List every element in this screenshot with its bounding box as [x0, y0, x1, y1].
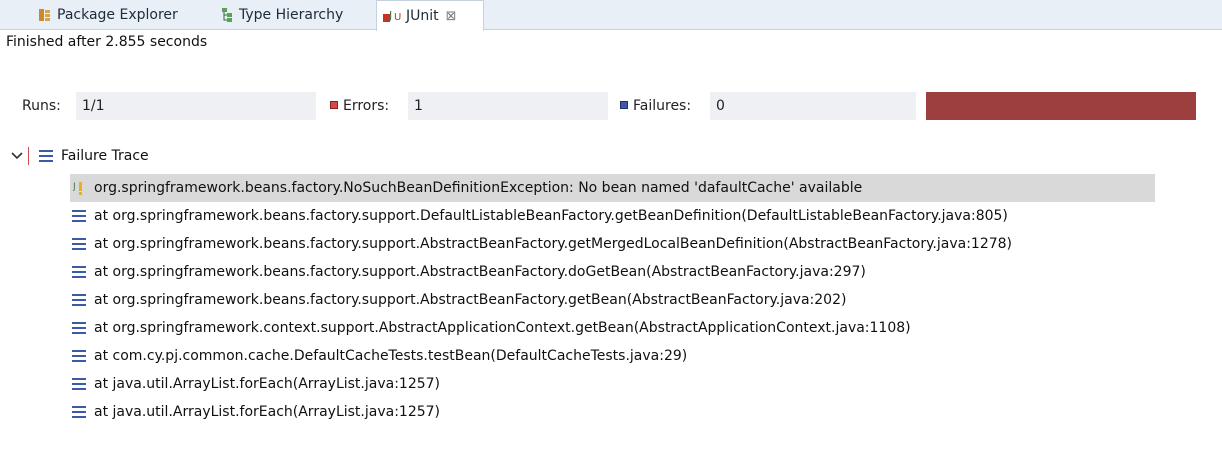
stack-frame-icon — [72, 322, 86, 334]
package-icon — [38, 8, 52, 22]
trace-line[interactable]: at java.util.ArrayList.forEach(ArrayList… — [72, 370, 440, 398]
tab-label: JUnit — [406, 8, 439, 24]
close-icon[interactable]: ⊠ — [446, 9, 457, 24]
trace-line[interactable]: at org.springframework.context.support.A… — [72, 314, 911, 342]
trace-line-text: at java.util.ArrayList.forEach(ArrayList… — [94, 376, 441, 392]
stack-frame-icon — [72, 294, 86, 306]
stack-frame-icon — [72, 406, 86, 418]
view-tab-bar: Package Explorer Type Hierarchy J U JUni… — [0, 0, 1222, 31]
trace-line-text: at org.springframework.beans.factory.sup… — [94, 292, 847, 308]
error-icon — [330, 101, 338, 109]
tab-type-hierarchy[interactable]: Type Hierarchy — [220, 0, 343, 30]
failures-label-wrap: Failures: — [620, 92, 691, 120]
trace-line[interactable]: at java.util.ArrayList.forEach(ArrayList… — [72, 398, 440, 426]
failure-icon — [620, 101, 628, 109]
trace-line-text: at java.util.ArrayList.forEach(ArrayList… — [94, 404, 441, 420]
stack-frame-icon — [72, 378, 86, 390]
errors-label: Errors: — [343, 98, 390, 114]
runs-value: 1/1 — [76, 92, 316, 120]
trace-line-text: org.springframework.beans.factory.NoSuch… — [94, 180, 863, 196]
tab-junit[interactable]: J U JUnit ⊠ — [376, 0, 484, 31]
hierarchy-icon — [220, 7, 234, 23]
trace-line[interactable]: at org.springframework.beans.factory.sup… — [72, 202, 1008, 230]
errors-value: 1 — [408, 92, 608, 120]
trace-line-text: at org.springframework.beans.factory.sup… — [94, 264, 866, 280]
runs-label: Runs: — [22, 98, 61, 114]
divider — [28, 147, 29, 165]
svg-text:J: J — [73, 182, 76, 192]
trace-line-text: at org.springframework.context.support.A… — [94, 320, 911, 336]
trace-line[interactable]: at org.springframework.beans.factory.sup… — [72, 258, 866, 286]
tab-package-explorer[interactable]: Package Explorer — [38, 0, 178, 30]
svg-text:J: J — [388, 9, 392, 22]
trace-line-text: at org.springframework.beans.factory.sup… — [94, 236, 1013, 252]
trace-line[interactable]: at com.cy.pj.common.cache.DefaultCacheTe… — [72, 342, 687, 370]
stack-frame-icon — [72, 350, 86, 362]
failure-trace-header[interactable]: Failure Trace — [10, 144, 149, 168]
counter-panel: Runs: 1/1 Errors: 1 Failures: 0 — [0, 92, 1222, 120]
stack-frame-icon — [72, 266, 86, 278]
trace-line[interactable]: at org.springframework.beans.factory.sup… — [72, 230, 1012, 258]
chevron-down-icon[interactable] — [10, 149, 24, 163]
errors-label-wrap: Errors: — [330, 92, 389, 120]
tab-label: Type Hierarchy — [239, 7, 344, 23]
junit-icon: J U — [383, 8, 401, 24]
failures-value: 0 — [710, 92, 916, 120]
stack-frame-icon — [72, 238, 86, 250]
failures-label: Failures: — [633, 98, 692, 114]
exception-icon: J — [72, 180, 88, 196]
tab-label: Package Explorer — [57, 7, 178, 23]
failure-trace-title: Failure Trace — [61, 148, 149, 164]
stack-trace-icon — [39, 150, 53, 162]
trace-line-text: at com.cy.pj.common.cache.DefaultCacheTe… — [94, 348, 688, 364]
stack-frame-icon — [72, 210, 86, 222]
progress-bar — [926, 92, 1196, 120]
status-text: Finished after 2.855 seconds — [6, 34, 208, 50]
trace-line-exception[interactable]: J org.springframework.beans.factory.NoSu… — [70, 174, 1155, 202]
trace-line-text: at org.springframework.beans.factory.sup… — [94, 208, 1008, 224]
svg-text:U: U — [394, 12, 401, 23]
trace-line[interactable]: at org.springframework.beans.factory.sup… — [72, 286, 846, 314]
